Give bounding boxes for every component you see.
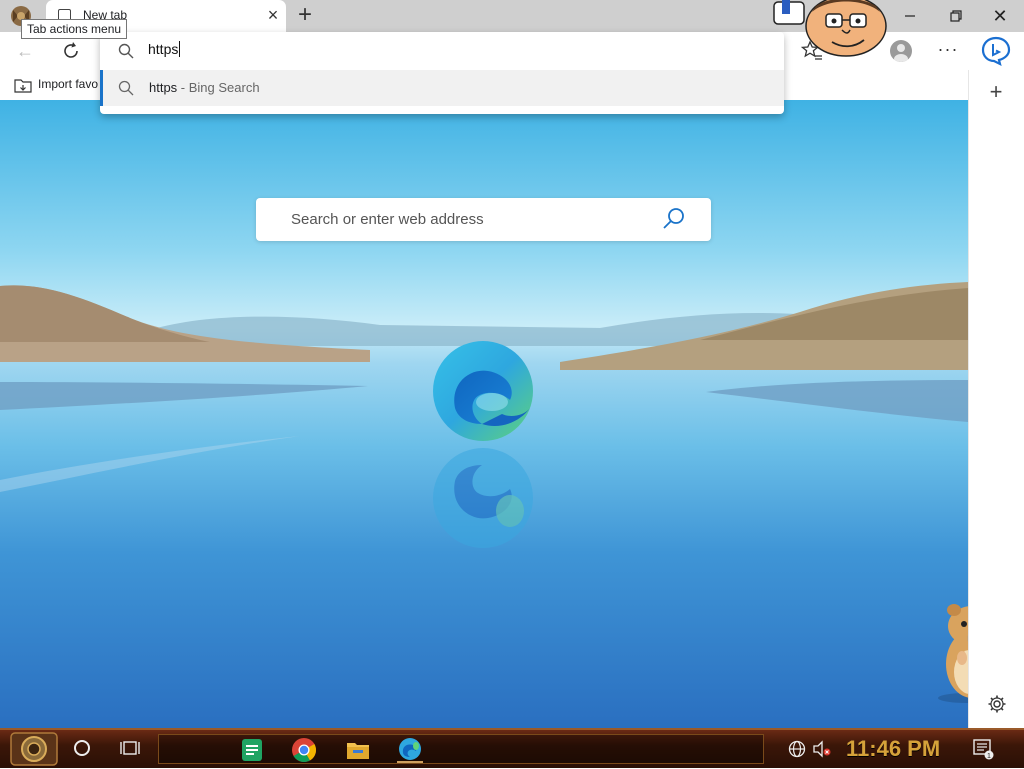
cortana-icon[interactable] — [74, 740, 90, 756]
file-explorer-icon[interactable] — [345, 737, 371, 763]
restore-button[interactable] — [944, 6, 968, 26]
network-globe-icon[interactable] — [788, 740, 806, 758]
new-tab-page — [0, 100, 968, 728]
chrome-icon[interactable] — [291, 737, 317, 763]
notification-count: 1 — [987, 753, 991, 760]
edge-icon[interactable] — [397, 737, 423, 763]
close-window-button[interactable]: ✕ — [988, 6, 1012, 26]
profile-avatar[interactable] — [890, 40, 912, 62]
suggestion-text: https - Bing Search — [149, 80, 260, 95]
search-box — [256, 198, 711, 241]
task-view-icon[interactable] — [120, 739, 140, 757]
refresh-icon[interactable] — [60, 40, 84, 62]
import-favorites-label: Import favo — [38, 77, 99, 91]
import-folder-icon — [14, 77, 32, 96]
notifications-icon[interactable]: 1 — [972, 738, 994, 760]
hamster-mascot — [936, 600, 968, 705]
new-tab-button[interactable]: + — [294, 3, 316, 28]
suggestion-engine: Bing Search — [188, 80, 260, 95]
start-button[interactable] — [10, 732, 58, 766]
back-arrow-icon[interactable]: ← — [16, 40, 40, 62]
address-bar-text: https — [148, 41, 179, 57]
address-bar-dropdown: https https - Bing Search — [100, 32, 784, 114]
edge-logo-reflection — [430, 445, 536, 551]
edge-logo-icon — [430, 338, 536, 444]
add-icon[interactable]: + — [985, 81, 1007, 104]
tab-close-icon[interactable]: × — [264, 6, 282, 24]
search-icon — [118, 80, 134, 96]
google-sheets-icon[interactable] — [239, 737, 265, 763]
suggestion-query: https — [149, 80, 178, 95]
search-input[interactable] — [256, 198, 691, 241]
search-icon[interactable] — [661, 206, 687, 232]
taskbar: 11:46 PM 1 — [0, 728, 1024, 768]
cartoon-face-mascot — [772, 0, 890, 60]
taskbar-clock[interactable]: 11:46 PM — [846, 736, 940, 762]
gear-icon[interactable] — [987, 694, 1007, 714]
suggestion-separator: - — [177, 80, 189, 95]
more-icon[interactable]: ··· — [936, 38, 960, 62]
taskbar-apps — [158, 734, 764, 764]
edge-sidebar: + — [968, 70, 1024, 728]
tab-actions-tooltip: Tab actions menu — [21, 19, 128, 39]
text-caret — [179, 41, 181, 57]
minimize-button[interactable] — [898, 6, 922, 26]
volume-muted-icon[interactable] — [812, 740, 832, 758]
selection-accent — [100, 70, 103, 106]
bing-chat-icon[interactable] — [980, 35, 1012, 67]
suggestion-item[interactable]: https - Bing Search — [100, 70, 784, 106]
system-tray: 11:46 PM 1 — [780, 734, 1012, 764]
address-bar-input[interactable]: https — [148, 41, 181, 57]
search-icon — [118, 43, 134, 59]
